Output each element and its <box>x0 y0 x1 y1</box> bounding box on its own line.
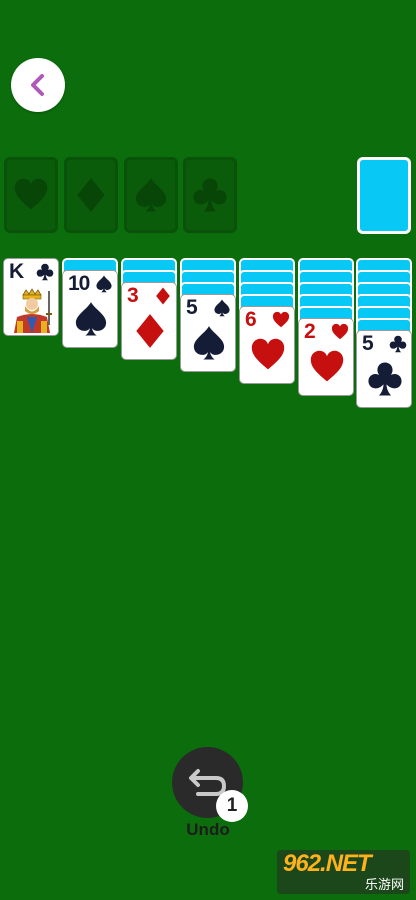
card-rank: 3 <box>127 284 139 307</box>
card-rank: K <box>9 260 24 283</box>
diamond-icon <box>136 314 164 348</box>
card-rank: 5 <box>186 296 198 319</box>
stock-pile[interactable] <box>357 157 411 234</box>
diamond-icon <box>77 178 105 212</box>
foundation-clubs[interactable] <box>183 157 237 233</box>
watermark-logo: 962.NET 乐游网 <box>277 850 410 894</box>
club-icon <box>36 263 54 281</box>
foundation-spades[interactable] <box>124 157 178 233</box>
card-5-of-spades[interactable]: 5 <box>180 294 236 372</box>
club-icon <box>193 178 227 212</box>
card-rank: 6 <box>245 308 257 331</box>
card-2-of-hearts[interactable]: 2 <box>298 318 354 396</box>
undo-label: Undo <box>186 820 230 839</box>
card-rank: 10 <box>68 272 90 295</box>
spade-icon <box>135 178 167 212</box>
watermark-main: 962.NET <box>283 850 372 877</box>
foundation-diamonds[interactable] <box>64 157 118 233</box>
watermark-sub: 乐游网 <box>364 878 404 893</box>
card-3-of-diamonds[interactable]: 3 <box>121 282 177 360</box>
heart-icon <box>272 311 290 328</box>
card-rank: 2 <box>304 320 316 343</box>
heart-icon <box>14 178 48 210</box>
heart-icon <box>331 323 349 340</box>
card-k-of-clubs[interactable]: K <box>3 258 59 336</box>
chevron-left-icon <box>31 74 44 96</box>
spade-icon <box>75 302 107 336</box>
spade-icon <box>214 299 230 317</box>
heart-icon <box>251 338 285 370</box>
club-icon <box>368 362 402 396</box>
back-button[interactable] <box>11 58 65 112</box>
card-5-of-clubs[interactable]: 5 <box>356 330 412 408</box>
diamond-icon <box>156 287 170 305</box>
spade-icon <box>193 326 225 360</box>
heart-icon <box>310 350 344 382</box>
spade-icon <box>96 275 112 293</box>
club-icon <box>389 335 407 353</box>
card-10-of-spades[interactable]: 10 <box>62 270 118 348</box>
card-6-of-hearts[interactable]: 6 <box>239 306 295 384</box>
foundation-hearts[interactable] <box>4 157 58 233</box>
king-portrait-icon <box>14 288 52 333</box>
card-rank: 5 <box>362 332 374 355</box>
undo-count-badge: 1 <box>216 790 248 822</box>
